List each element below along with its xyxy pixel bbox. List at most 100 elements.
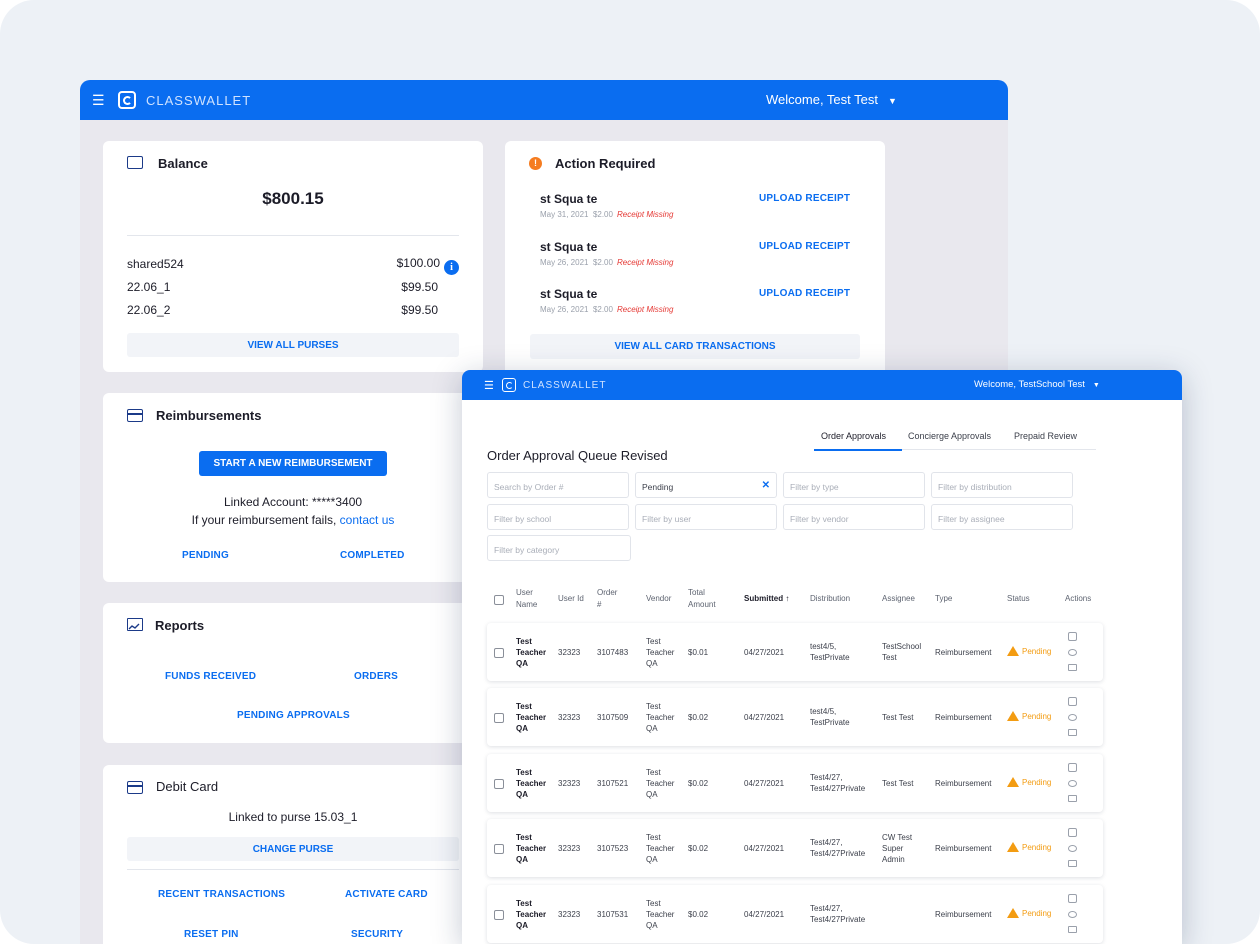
order-number-cell[interactable]: 3107531 (597, 909, 628, 920)
clear-icon[interactable]: ✕ (762, 480, 770, 491)
purse-name: shared524 (127, 257, 184, 271)
cell-line: Test4/27Private (810, 784, 866, 793)
row-checkbox[interactable] (494, 648, 504, 658)
row-checkbox[interactable] (494, 910, 504, 920)
column-header-status[interactable]: Status (1007, 593, 1030, 605)
view-all-purses-button[interactable]: VIEW ALL PURSES (127, 333, 459, 357)
orders-link[interactable]: ORDERS (354, 671, 398, 682)
linked-account-text: Linked Account: *****3400 (223, 495, 363, 509)
upload-receipt-link[interactable]: UPLOAD RECEIPT (759, 241, 850, 252)
pending-approvals-link[interactable]: PENDING APPROVALS (237, 710, 350, 721)
status-filter-select[interactable]: Pending ✕ (635, 472, 777, 498)
column-header-assignee[interactable]: Assignee (882, 593, 915, 605)
tab-concierge-approvals[interactable]: Concierge Approvals (908, 431, 991, 441)
cell-line: QA (646, 659, 658, 668)
row-checkbox[interactable] (494, 713, 504, 723)
table-row[interactable]: Test Teacher QA 32323 3107521 Test Teacher Q… (487, 754, 1103, 812)
table-row[interactable]: Test Teacher QA 32323 3107531 Test Teacher Q… (487, 885, 1103, 943)
user-menu[interactable]: Welcome, Test Test ▼ (766, 92, 897, 107)
view-icon[interactable] (1068, 714, 1077, 721)
completed-link[interactable]: COMPLETED (340, 550, 405, 561)
upload-receipt-link[interactable]: UPLOAD RECEIPT (759, 193, 850, 204)
mail-icon[interactable] (1068, 664, 1077, 671)
table-row[interactable]: Test Teacher QA 32323 3107523 Test Teacher Q… (487, 819, 1103, 877)
funds-received-link[interactable]: FUNDS RECEIVED (165, 671, 256, 682)
order-number-cell[interactable]: 3107509 (597, 712, 628, 723)
order-number-cell[interactable]: 3107523 (597, 843, 628, 854)
assignee-filter-select[interactable]: Filter by assignee (931, 504, 1073, 530)
receipt-icon[interactable] (1068, 828, 1077, 837)
warning-icon (1007, 908, 1019, 918)
column-header-total-amount[interactable]: Total Amount (688, 587, 716, 611)
order-number-cell[interactable]: 3107483 (597, 647, 628, 658)
cell-line: Teacher (646, 648, 675, 657)
distribution-filter-select[interactable]: Filter by distribution (931, 472, 1073, 498)
menu-icon[interactable]: ☰ (92, 92, 112, 109)
column-header-distribution[interactable]: Distribution (810, 593, 850, 605)
type-cell: Reimbursement (935, 779, 992, 788)
type-filter-select[interactable]: Filter by type (783, 472, 925, 498)
school-filter-select[interactable]: Filter by school (487, 504, 629, 530)
table-row[interactable]: Test Teacher QA 32323 3107509 Test Teacher Q… (487, 688, 1103, 746)
security-link[interactable]: SECURITY (351, 929, 403, 940)
purse-name: 22.06_2 (127, 303, 171, 317)
submitted-cell: 04/27/2021 (744, 844, 785, 853)
select-all-checkbox[interactable] (494, 595, 504, 605)
receipt-icon[interactable] (1068, 763, 1077, 772)
start-reimbursement-button[interactable]: START A NEW REIMBURSEMENT (199, 451, 387, 476)
mail-icon[interactable] (1068, 860, 1077, 867)
view-icon[interactable] (1068, 911, 1077, 918)
activate-card-link[interactable]: ACTIVATE CARD (345, 889, 428, 900)
cell-line: QA (516, 855, 528, 864)
receipt-icon[interactable] (1068, 697, 1077, 706)
column-header-user-name[interactable]: User Name (516, 587, 537, 611)
cell-line: Test (646, 702, 661, 711)
receipt-icon[interactable] (1068, 894, 1077, 903)
distribution-cell: test4/5, TestPrivate (810, 641, 850, 663)
recent-transactions-link[interactable]: RECENT TRANSACTIONS (158, 889, 285, 900)
view-icon[interactable] (1068, 649, 1077, 656)
status-text: Pending (1022, 842, 1052, 852)
info-icon[interactable]: i (444, 260, 459, 275)
cell-line: Test4/27, (810, 904, 843, 913)
transaction-amount: $2.00 (592, 305, 613, 314)
view-icon[interactable] (1068, 845, 1077, 852)
reset-pin-link[interactable]: RESET PIN (184, 929, 239, 940)
upload-receipt-link[interactable]: UPLOAD RECEIPT (759, 288, 850, 299)
mail-icon[interactable] (1068, 795, 1077, 802)
search-order-input[interactable]: Search by Order # (487, 472, 629, 498)
tab-prepaid-review[interactable]: Prepaid Review (1014, 431, 1077, 441)
row-checkbox[interactable] (494, 779, 504, 789)
order-number-cell[interactable]: 3107521 (597, 778, 628, 789)
category-filter-select[interactable]: Filter by category (487, 535, 631, 561)
cell-line: QA (646, 855, 658, 864)
type-cell: Reimbursement (935, 648, 992, 657)
user-filter-select[interactable]: Filter by user (635, 504, 777, 530)
cell-line: test4/5, (810, 642, 837, 651)
mail-icon[interactable] (1068, 926, 1077, 933)
mail-icon[interactable] (1068, 729, 1077, 736)
header-line: Amount (688, 600, 716, 609)
column-header-order[interactable]: Order # (597, 587, 617, 611)
column-header-type[interactable]: Type (935, 593, 952, 605)
column-header-user-id[interactable]: User Id (558, 593, 584, 605)
view-icon[interactable] (1068, 780, 1077, 787)
user-menu[interactable]: Welcome, TestSchool Test ▼ (974, 379, 1100, 390)
assignee-cell: Test Test (882, 713, 914, 722)
vendor-filter-select[interactable]: Filter by vendor (783, 504, 925, 530)
reimbursements-title: Reimbursements (156, 408, 262, 423)
vendor-cell: Test Teacher QA (646, 636, 674, 669)
column-header-vendor[interactable]: Vendor (646, 593, 671, 605)
view-all-card-transactions-button[interactable]: VIEW ALL CARD TRANSACTIONS (530, 334, 860, 359)
table-row[interactable]: Test Teacher QA 32323 3107483 Test Teacher Q… (487, 623, 1103, 681)
receipt-icon[interactable] (1068, 632, 1077, 641)
change-purse-button[interactable]: CHANGE PURSE (127, 837, 459, 861)
menu-icon[interactable]: ☰ (484, 379, 498, 392)
warning-icon (1007, 646, 1019, 656)
row-checkbox[interactable] (494, 844, 504, 854)
tab-order-approvals[interactable]: Order Approvals (821, 431, 886, 441)
column-header-submitted[interactable]: Submitted ↑ (744, 593, 789, 605)
pending-link[interactable]: PENDING (182, 550, 229, 561)
contact-us-link[interactable]: contact us (340, 513, 395, 527)
reimbursement-fail-text: If your reimbursement fails, contact us (103, 513, 483, 527)
